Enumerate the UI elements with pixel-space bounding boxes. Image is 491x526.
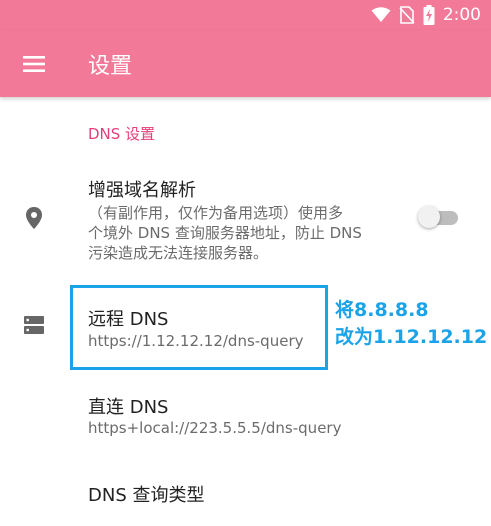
setting-description: （有副作用，仅作为备用选项）使用多 个境外 DNS 查询服务器地址，防止 DNS…	[88, 203, 362, 263]
app-bar: 设置	[0, 30, 491, 97]
section-header-dns: DNS 设置	[88, 125, 156, 143]
no-sim-icon	[399, 6, 415, 24]
toggle-thumb	[418, 206, 440, 228]
description-line: 污染造成无法连接服务器。	[88, 244, 269, 262]
status-time: 2:00	[442, 5, 481, 25]
battery-charging-icon	[423, 5, 435, 25]
enhanced-dns-toggle[interactable]	[418, 205, 460, 229]
annotation-line-1: 将8.8.8.8	[335, 299, 429, 321]
setting-title: DNS 查询类型	[88, 485, 205, 506]
description-line: 个境外 DNS 查询服务器地址，防止 DNS	[88, 224, 362, 242]
status-icons: 2:00	[371, 5, 481, 25]
location-pin-icon	[26, 207, 42, 229]
page-title: 设置	[88, 54, 133, 79]
status-bar: 2:00	[0, 0, 491, 30]
setting-dns-query-type[interactable]	[0, 470, 491, 526]
setting-title: 增强域名解析	[88, 180, 196, 201]
server-icon	[24, 316, 44, 334]
setting-title: 直连 DNS	[88, 397, 169, 418]
hamburger-menu-icon	[23, 56, 45, 72]
highlight-box	[70, 285, 328, 370]
description-line: （有副作用，仅作为备用选项）使用多	[88, 204, 344, 222]
menu-button[interactable]	[18, 51, 50, 77]
wifi-icon	[371, 7, 391, 22]
setting-value: https+local://223.5.5.5/dns-query	[88, 419, 342, 437]
annotation-line-2: 改为1.12.12.12	[335, 326, 488, 348]
